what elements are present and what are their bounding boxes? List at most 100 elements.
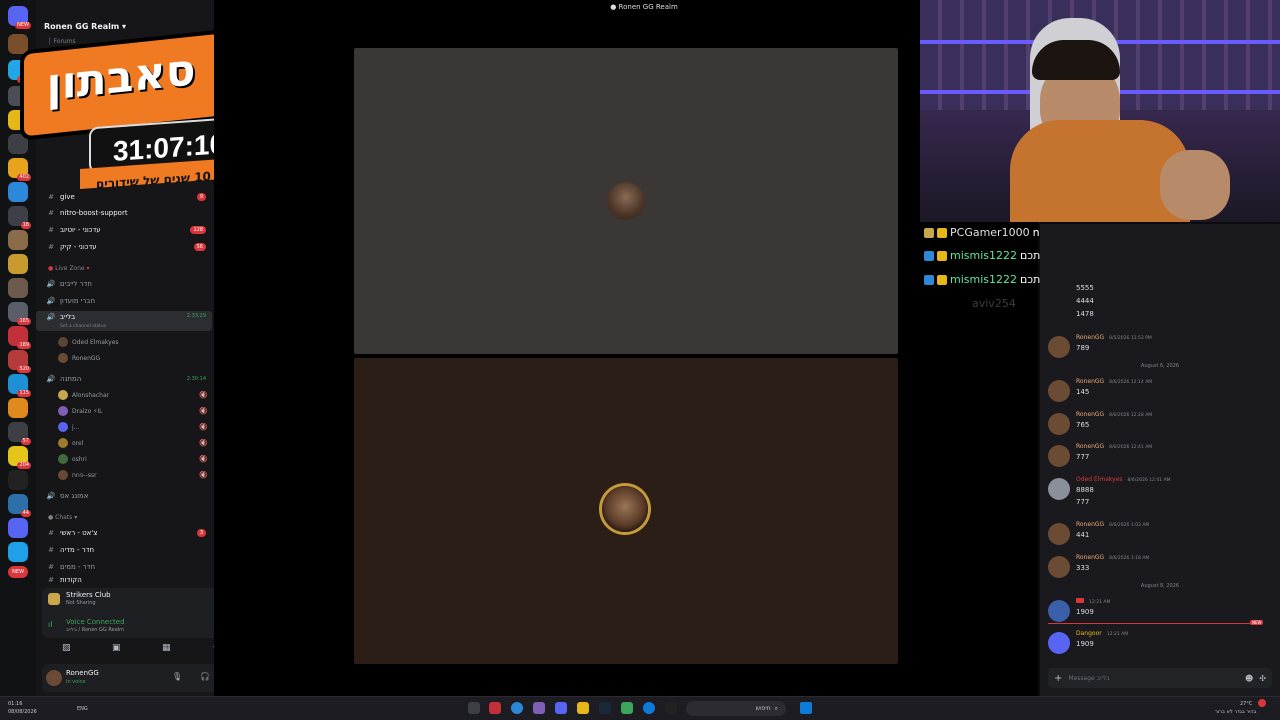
channel-clips[interactable]: # הקודות <box>36 576 212 584</box>
server-icon[interactable]: 44 <box>8 494 31 517</box>
app-icon[interactable] <box>533 702 545 714</box>
server-icon[interactable]: 115 <box>8 374 31 397</box>
camera-off-icon[interactable]: ▨ <box>62 643 71 653</box>
chat-message[interactable]: RonenGG 8/6/2026 1:03 AM 441 <box>1048 521 1274 551</box>
edge-icon[interactable] <box>643 702 655 714</box>
microphone-icon[interactable]: 🎙 <box>172 672 182 681</box>
chats-category[interactable]: ● Chats ▾ <box>48 514 77 521</box>
date-divider: August 6, 2026 <box>1140 363 1180 369</box>
voice-room-gift[interactable]: 🔊 המתנה 2:30:14 <box>36 372 212 386</box>
plus-icon[interactable]: + <box>1054 673 1062 684</box>
emoji-icon[interactable]: ☻ <box>1245 674 1253 683</box>
message-content: 5555 <box>1076 284 1094 292</box>
signal-icon[interactable]: ıl <box>48 620 52 629</box>
clock-time[interactable]: 01:16 <box>8 701 22 707</box>
app-icon[interactable] <box>621 702 633 714</box>
steam-icon[interactable] <box>599 702 611 714</box>
voice-user[interactable]: Oded Elmakyes <box>58 335 208 349</box>
server-icon[interactable]: 18 <box>8 206 31 229</box>
voice-room-active[interactable]: 🔊 בלייב 2:33:29 Set a channel status <box>36 311 212 331</box>
participant-tile[interactable] <box>354 48 898 354</box>
weather-desc[interactable]: בהיר בגדר לא ברור <box>1215 709 1256 715</box>
chat-message[interactable]: RonenGG 8/6/2026 12:14 AM 145 <box>1048 378 1274 408</box>
server-icon[interactable] <box>8 254 28 274</box>
participant-avatar <box>607 182 645 220</box>
user-status: In voice <box>66 679 86 685</box>
channel-main-chat[interactable]: # צ'אט - ראשי 3 <box>36 526 212 540</box>
voice-room-lives[interactable]: 🔊 חדר לייבים <box>36 277 212 291</box>
participant-avatar-speaking <box>602 486 648 532</box>
discord-icon[interactable] <box>555 702 567 714</box>
channel-youtube-updates[interactable]: # עדכוני - יוטיוב 128 <box>36 223 212 237</box>
voice-user[interactable]: פחח--ssr 🔇 <box>58 468 208 482</box>
chrome-icon[interactable] <box>511 702 523 714</box>
search-icon: ⌕ <box>774 704 778 712</box>
share-screen-icon[interactable]: ▣ <box>112 643 121 653</box>
app-icon[interactable] <box>468 702 480 714</box>
windows-taskbar: 01:16 08/08/2026 ENG חיפוש ⌕ 27°C בהיר בג… <box>0 696 1280 720</box>
date-divider: August 8, 2026 <box>1140 583 1180 589</box>
overlay-message: aviv254 <box>972 297 1016 310</box>
voice-user[interactable]: Alonshachar 🔇 <box>58 388 208 402</box>
voice-user[interactable]: oshri 🔇 <box>58 452 208 466</box>
chat-message[interactable]: Oded Elmakyes 8/6/2026 12:41 AM 8888 777 <box>1048 476 1274 516</box>
chat-message[interactable]: Dangoor 12:21 AM 1909 <box>1048 630 1274 660</box>
taskbar-search[interactable]: חיפוש ⌕ <box>686 701 786 716</box>
weather-temp[interactable]: 27°C <box>1240 701 1252 707</box>
app-icon[interactable] <box>489 702 501 714</box>
live-zone-category[interactable]: ● Live Zone ▾ <box>48 265 90 272</box>
server-icon[interactable]: 57 <box>8 422 31 445</box>
avatar[interactable] <box>46 670 62 686</box>
activity-state: Not Sharing <box>66 600 96 606</box>
activities-icon[interactable]: ▦ <box>162 643 171 653</box>
voice-room-among-us[interactable]: 🔊 אמונג אס <box>36 489 212 503</box>
app-icon[interactable] <box>665 702 677 714</box>
folder-icon[interactable] <box>577 702 589 714</box>
voice-user[interactable]: orel 🔇 <box>58 436 208 450</box>
server-icon[interactable] <box>8 278 28 298</box>
server-icon[interactable]: 204 <box>8 446 31 469</box>
server-icon[interactable] <box>8 470 28 490</box>
new-badge: NEW <box>8 566 28 578</box>
new-messages-line <box>1048 623 1262 624</box>
new-badge: NEW <box>1250 620 1264 625</box>
message-placeholder: Message בלייב <box>1068 674 1110 682</box>
participant-tile[interactable] <box>354 358 898 664</box>
server-icon[interactable]: 189 <box>8 326 31 349</box>
activity-icon <box>48 593 60 605</box>
activity-name: Strikers Club <box>66 591 111 599</box>
message-content: 1478 <box>1076 310 1094 318</box>
server-icon[interactable] <box>8 230 28 250</box>
headphones-icon[interactable]: 🎧 <box>200 672 210 681</box>
server-icon[interactable] <box>8 542 28 562</box>
voice-connected-label[interactable]: Voice Connected <box>66 618 125 626</box>
voice-user[interactable]: RonenGG <box>58 351 208 365</box>
server-icon[interactable]: 165 <box>8 302 31 325</box>
voice-location[interactable]: בלייב / Ronen GG Realm <box>66 627 124 633</box>
language-indicator[interactable]: ENG <box>77 706 88 712</box>
channel-nitro-boost-support[interactable]: # nitro-boost-support <box>36 206 212 220</box>
windows-start-icon[interactable] <box>800 702 812 714</box>
chat-message[interactable]: RonenGG 8/5/2026 11:53 PM 789 <box>1048 334 1274 364</box>
message-content: 4444 <box>1076 297 1094 305</box>
voice-room-members[interactable]: 🔊 חברי מועדון <box>36 294 212 308</box>
voice-user[interactable]: Draizo ⚡IL 🔇 <box>58 404 208 418</box>
channel-media[interactable]: # חדר - מדיה <box>36 543 212 557</box>
text-chat-panel: 5555 4444 1478 RonenGG 8/5/2026 11:53 PM 7… <box>1040 224 1280 696</box>
server-icon[interactable] <box>8 398 28 418</box>
voice-user[interactable]: j... 🔇 <box>58 420 208 434</box>
channel-kick-updates[interactable]: # עדכוני - קיק 56 <box>36 240 212 254</box>
message-input[interactable]: + Message בלייב ☻ ✣ <box>1048 668 1272 688</box>
server-icon[interactable] <box>8 518 28 538</box>
apps-icon[interactable]: ✣ <box>1259 674 1266 683</box>
chat-message[interactable]: RonenGG 8/6/2026 12:41 AM 777 <box>1048 443 1274 473</box>
channel-status[interactable]: Set a channel status <box>60 324 106 329</box>
server-icon[interactable]: 520 <box>8 350 31 373</box>
notification-icon[interactable] <box>1258 699 1266 707</box>
chat-message[interactable]: RonenGG 8/6/2026 12:28 AM 765 <box>1048 411 1274 441</box>
clock-date[interactable]: 08/08/2026 <box>8 709 37 715</box>
chat-message[interactable]: RonenGG 8/6/2026 1:18 AM 333 <box>1048 554 1274 584</box>
streamer-webcam <box>920 0 1280 222</box>
username[interactable]: RonenGG <box>66 669 99 677</box>
channel-memes[interactable]: # חדר - ממים <box>36 560 212 574</box>
